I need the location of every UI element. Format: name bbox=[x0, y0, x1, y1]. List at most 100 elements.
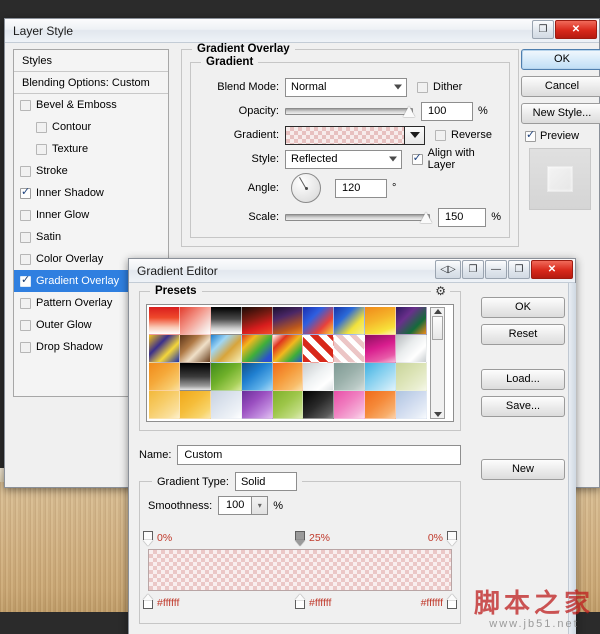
preset-swatch[interactable] bbox=[272, 335, 304, 363]
gradient-swatch[interactable] bbox=[285, 125, 405, 145]
dither-checkbox[interactable] bbox=[417, 81, 428, 93]
blending-options-item[interactable]: Blending Options: Custom bbox=[14, 72, 168, 94]
new-style-button[interactable]: New Style... bbox=[521, 103, 600, 124]
color-stop[interactable]: #ffffff bbox=[421, 594, 457, 609]
align-with-layer-checkbox[interactable] bbox=[411, 152, 423, 165]
preset-swatch[interactable] bbox=[396, 307, 427, 335]
style-item-texture[interactable]: Texture bbox=[14, 138, 168, 160]
gradient-preview-bar[interactable] bbox=[148, 549, 452, 591]
preset-swatch[interactable] bbox=[365, 307, 397, 335]
gradient-load-button[interactable]: Load... bbox=[481, 369, 565, 390]
opacity-stop[interactable]: 25% bbox=[295, 531, 330, 546]
angle-dial[interactable] bbox=[291, 173, 321, 203]
preset-swatch[interactable] bbox=[303, 307, 335, 335]
style-item-inner-shadow[interactable]: Inner Shadow bbox=[14, 182, 168, 204]
style-item-stroke[interactable]: Stroke bbox=[14, 160, 168, 182]
preset-swatch[interactable] bbox=[396, 363, 427, 391]
gradient-new-button[interactable]: New bbox=[481, 459, 565, 480]
preset-swatch[interactable] bbox=[334, 363, 366, 391]
preset-swatch[interactable] bbox=[365, 391, 397, 419]
preset-swatch[interactable] bbox=[334, 391, 366, 419]
style-checkbox[interactable] bbox=[20, 209, 31, 221]
angle-input[interactable]: 120 bbox=[335, 178, 387, 198]
preset-swatch[interactable] bbox=[210, 307, 242, 335]
style-item-inner-glow[interactable]: Inner Glow bbox=[14, 204, 168, 226]
preset-swatch[interactable] bbox=[179, 307, 211, 335]
align-with-layer-wrap[interactable]: Align with Layer bbox=[411, 147, 501, 171]
smoothness-input[interactable]: 100 bbox=[218, 496, 253, 515]
preset-swatch[interactable] bbox=[396, 391, 427, 419]
restore-icon[interactable]: ❐ bbox=[532, 20, 554, 39]
preset-swatch[interactable] bbox=[272, 307, 304, 335]
preset-swatch[interactable] bbox=[210, 363, 242, 391]
close-icon[interactable]: ✕ bbox=[531, 260, 573, 279]
opacity-slider[interactable] bbox=[285, 103, 415, 119]
preview-checkbox[interactable] bbox=[525, 129, 536, 142]
minimize-icon[interactable]: — bbox=[485, 260, 507, 279]
preset-swatch[interactable] bbox=[179, 391, 211, 419]
preset-swatch[interactable] bbox=[179, 335, 211, 363]
preset-swatch[interactable] bbox=[272, 363, 304, 391]
preset-swatch[interactable] bbox=[334, 307, 366, 335]
opacity-input[interactable]: 100 bbox=[421, 101, 473, 121]
scale-slider[interactable] bbox=[285, 209, 432, 225]
smoothness-stepper[interactable]: ▾ bbox=[252, 496, 269, 515]
style-checkbox[interactable] bbox=[20, 253, 31, 265]
style-checkbox[interactable] bbox=[20, 165, 31, 177]
style-checkbox[interactable] bbox=[36, 121, 47, 133]
style-checkbox[interactable] bbox=[20, 319, 31, 331]
style-checkbox[interactable] bbox=[20, 186, 31, 199]
opacity-stop[interactable]: 0% bbox=[428, 531, 457, 546]
style-item-bevel-emboss[interactable]: Bevel & Emboss bbox=[14, 94, 168, 116]
preset-swatch[interactable] bbox=[241, 363, 273, 391]
style-checkbox[interactable] bbox=[20, 297, 31, 309]
preset-swatch[interactable] bbox=[303, 335, 335, 363]
preset-swatch[interactable] bbox=[241, 391, 273, 419]
style-checkbox[interactable] bbox=[20, 341, 31, 353]
gear-icon[interactable]: ⚙ bbox=[431, 284, 450, 298]
layer-style-titlebar[interactable]: Layer Style ❐ ✕ bbox=[5, 19, 599, 43]
color-stop-handle[interactable] bbox=[447, 600, 457, 609]
style-item-satin[interactable]: Satin bbox=[14, 226, 168, 248]
opacity-stop-handle[interactable] bbox=[447, 531, 457, 540]
opacity-stop[interactable]: 0% bbox=[143, 531, 172, 546]
scrollbar-thumb[interactable] bbox=[432, 316, 443, 340]
presets-grid[interactable] bbox=[149, 307, 427, 419]
preset-swatch[interactable] bbox=[149, 391, 180, 419]
scale-slider-knob[interactable] bbox=[420, 212, 432, 223]
color-stop-handle[interactable] bbox=[295, 600, 305, 609]
opacity-stop-handle[interactable] bbox=[143, 531, 153, 540]
style-checkbox[interactable] bbox=[20, 274, 31, 287]
preset-swatch[interactable] bbox=[241, 335, 273, 363]
close-icon[interactable]: ✕ bbox=[555, 20, 597, 39]
color-stop[interactable]: #ffffff bbox=[295, 594, 331, 609]
scroll-down-icon[interactable] bbox=[433, 412, 442, 417]
gradient-type-select[interactable]: Solid bbox=[234, 472, 297, 491]
preset-swatch[interactable] bbox=[210, 391, 242, 419]
preset-swatch[interactable] bbox=[334, 335, 366, 363]
scale-input[interactable]: 150 bbox=[438, 207, 487, 227]
preset-swatch[interactable] bbox=[365, 363, 397, 391]
gradient-editor-titlebar[interactable]: Gradient Editor ◁▷ ❐ — ❐ ✕ bbox=[129, 259, 575, 283]
dock-icon[interactable]: ❐ bbox=[462, 260, 484, 279]
preset-swatch[interactable] bbox=[396, 335, 427, 363]
opacity-slider-knob[interactable] bbox=[403, 106, 415, 117]
style-checkbox[interactable] bbox=[20, 231, 31, 243]
preset-swatch[interactable] bbox=[149, 363, 180, 391]
preset-swatch[interactable] bbox=[149, 335, 180, 363]
navigate-icon[interactable]: ◁▷ bbox=[435, 260, 461, 279]
presets-scrollbar[interactable] bbox=[430, 307, 445, 419]
preset-swatch[interactable] bbox=[365, 335, 397, 363]
color-stops-row[interactable]: #ffffff #ffffff #ffffff bbox=[143, 591, 457, 609]
color-stop[interactable]: #ffffff bbox=[143, 594, 179, 609]
preset-swatch[interactable] bbox=[272, 391, 304, 419]
preview-checkbox-wrap[interactable]: Preview bbox=[525, 129, 600, 142]
scroll-up-icon[interactable] bbox=[433, 309, 442, 314]
dither-checkbox-wrap[interactable]: Dither bbox=[417, 81, 462, 93]
preset-swatch[interactable] bbox=[303, 391, 335, 419]
opacity-stop-handle[interactable] bbox=[295, 531, 305, 540]
cancel-button[interactable]: Cancel bbox=[521, 76, 600, 97]
reverse-checkbox[interactable] bbox=[435, 129, 446, 141]
reverse-checkbox-wrap[interactable]: Reverse bbox=[435, 129, 492, 141]
ok-button[interactable]: OK bbox=[521, 49, 600, 70]
